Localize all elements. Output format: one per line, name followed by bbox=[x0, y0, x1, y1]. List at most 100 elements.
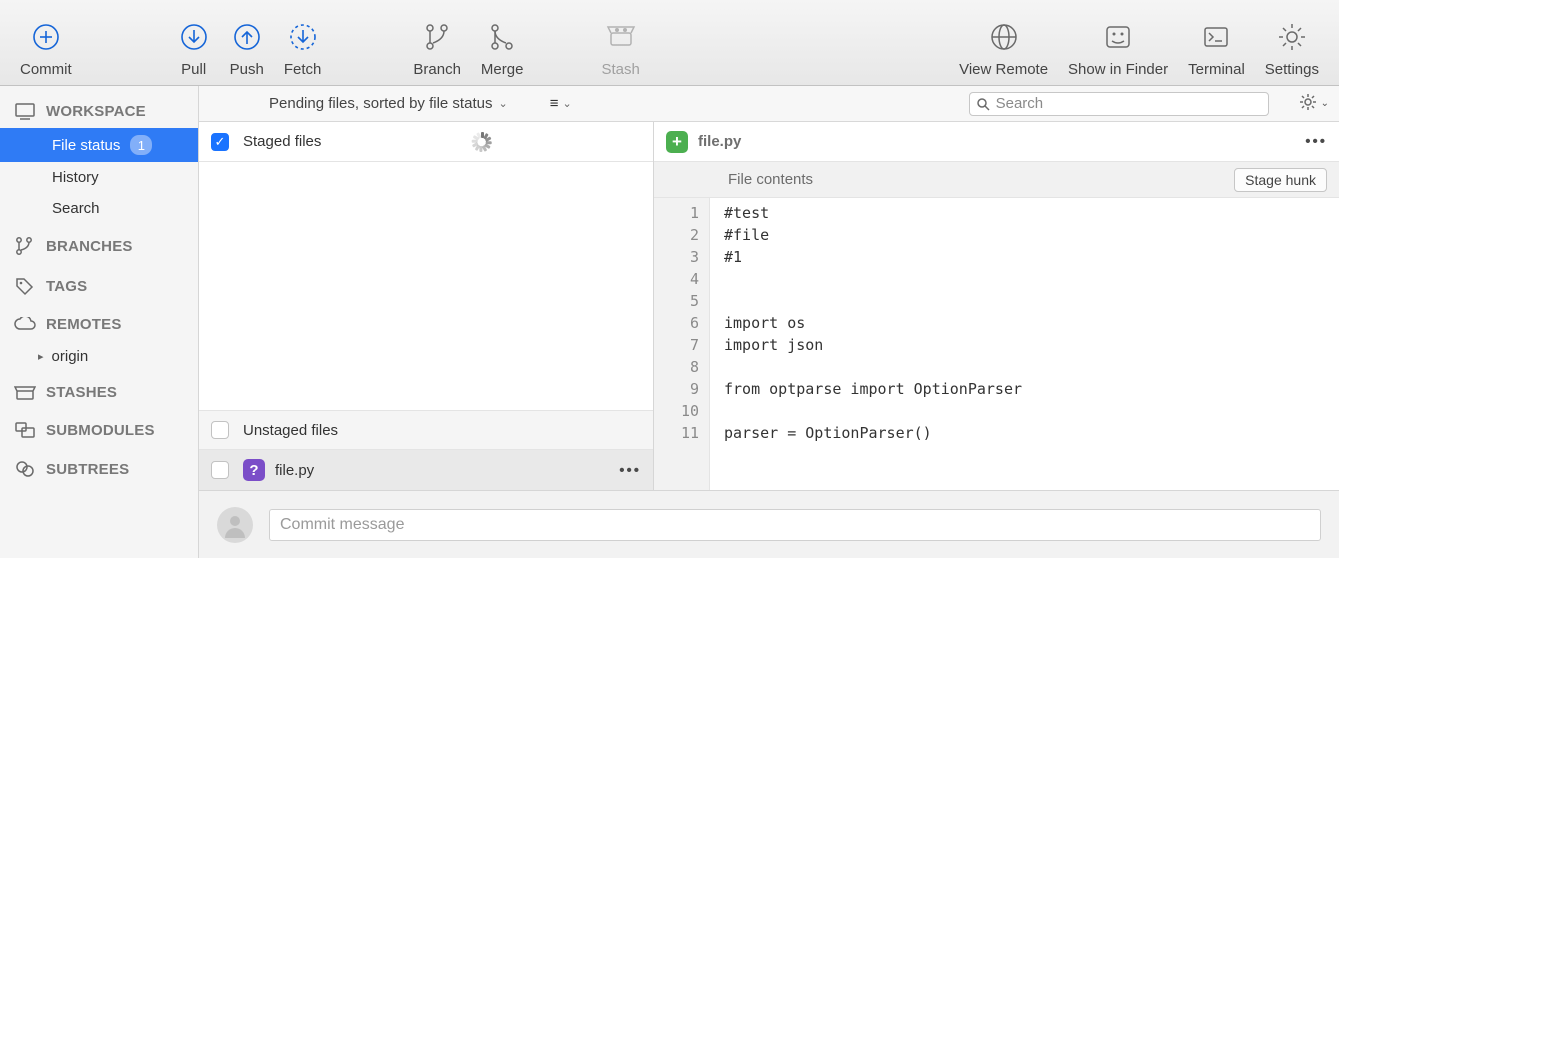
line-gutter: 1234567891011 bbox=[654, 198, 710, 490]
fetch-button[interactable]: Fetch bbox=[274, 4, 332, 82]
options-gear-button[interactable]: ⌄ bbox=[1299, 93, 1329, 115]
commit-placeholder: Commit message bbox=[280, 516, 404, 534]
push-button[interactable]: Push bbox=[220, 4, 274, 82]
file-status-badge: ? bbox=[243, 459, 265, 481]
commit-icon bbox=[30, 15, 62, 59]
submodules-title: SUBMODULES bbox=[46, 422, 155, 439]
finder-icon bbox=[1102, 15, 1134, 59]
stash-label: Stash bbox=[601, 61, 639, 78]
stash-icon bbox=[605, 15, 637, 59]
unstaged-files-header: Unstaged files bbox=[199, 410, 653, 450]
stashes-title: STASHES bbox=[46, 384, 117, 401]
line-number: 11 bbox=[660, 422, 699, 444]
file-status-badge: 1 bbox=[130, 135, 152, 155]
code-line: import json bbox=[724, 334, 1022, 356]
line-number: 10 bbox=[660, 400, 699, 422]
line-number: 6 bbox=[660, 312, 699, 334]
history-label: History bbox=[52, 169, 99, 186]
fetch-icon bbox=[287, 15, 319, 59]
diff-subheader: File contents Stage hunk bbox=[654, 162, 1339, 198]
tags-icon bbox=[14, 276, 36, 296]
chevron-down-icon: ⌄ bbox=[498, 97, 507, 110]
terminal-button[interactable]: Terminal bbox=[1178, 4, 1255, 82]
terminal-label: Terminal bbox=[1188, 61, 1245, 78]
line-number: 3 bbox=[660, 246, 699, 268]
line-number: 1 bbox=[660, 202, 699, 224]
tags-title: TAGS bbox=[46, 278, 87, 295]
file-checkbox[interactable] bbox=[211, 461, 229, 479]
file-row[interactable]: ? file.py ••• bbox=[199, 450, 653, 490]
line-number: 4 bbox=[660, 268, 699, 290]
show-finder-button[interactable]: Show in Finder bbox=[1058, 4, 1178, 82]
sidebar-section-remotes[interactable]: REMOTES bbox=[0, 304, 198, 341]
remotes-icon bbox=[14, 317, 36, 333]
sidebar-section-submodules[interactable]: SUBMODULES bbox=[0, 409, 198, 447]
line-number: 2 bbox=[660, 224, 699, 246]
code-viewer: 1234567891011 #test#file#1import osimpor… bbox=[654, 198, 1339, 490]
sidebar-item-file-status[interactable]: File status 1 bbox=[0, 128, 198, 162]
code-line: parser = OptionParser() bbox=[724, 422, 1022, 444]
staged-area bbox=[199, 162, 653, 410]
view-remote-button[interactable]: View Remote bbox=[949, 4, 1058, 82]
push-icon bbox=[231, 15, 263, 59]
branch-button[interactable]: Branch bbox=[403, 4, 471, 82]
stage-hunk-button[interactable]: Stage hunk bbox=[1234, 168, 1327, 192]
code-line: #test bbox=[724, 202, 1022, 224]
sidebar-item-search[interactable]: Search bbox=[0, 193, 198, 224]
sidebar-item-origin[interactable]: ▸ origin bbox=[0, 341, 198, 372]
sidebar-section-subtrees[interactable]: SUBTREES bbox=[0, 447, 198, 487]
subtrees-title: SUBTREES bbox=[46, 461, 129, 478]
sidebar-section-stashes[interactable]: STASHES bbox=[0, 372, 198, 409]
unstaged-checkbox[interactable] bbox=[211, 421, 229, 439]
settings-button[interactable]: Settings bbox=[1255, 4, 1329, 82]
diff-section-label: File contents bbox=[728, 171, 813, 188]
search-input[interactable]: Search bbox=[969, 92, 1269, 116]
toolbar-right: View Remote Show in Finder Terminal Sett… bbox=[949, 4, 1329, 82]
code-line: from optparse import OptionParser bbox=[724, 378, 1022, 400]
staged-files-header: ✓ Staged files bbox=[199, 122, 653, 162]
code-lines[interactable]: #test#file#1import osimport jsonfrom opt… bbox=[710, 198, 1036, 490]
file-status-label: File status bbox=[52, 137, 120, 154]
files-column: ✓ Staged files bbox=[199, 122, 654, 490]
pull-button[interactable]: Pull bbox=[168, 4, 220, 82]
chevron-down-icon: ⌄ bbox=[1321, 98, 1329, 109]
merge-icon bbox=[486, 15, 518, 59]
diff-panel: + file.py ••• File contents Stage hunk 1… bbox=[654, 122, 1339, 490]
commit-bar: Commit message bbox=[199, 490, 1339, 558]
code-line bbox=[724, 400, 1022, 422]
loading-spinner-icon bbox=[471, 132, 491, 152]
chevron-right-icon: ▸ bbox=[38, 350, 44, 363]
code-line: #1 bbox=[724, 246, 1022, 268]
merge-button[interactable]: Merge bbox=[471, 4, 534, 82]
staged-checkbox[interactable]: ✓ bbox=[211, 133, 229, 151]
code-line bbox=[724, 268, 1022, 290]
sidebar-item-history[interactable]: History bbox=[0, 162, 198, 193]
settings-label: Settings bbox=[1265, 61, 1319, 78]
diff-filename: file.py bbox=[698, 133, 741, 150]
added-badge-icon: + bbox=[666, 131, 688, 153]
branch-icon bbox=[421, 15, 453, 59]
toolbar-left: Commit Pull Push Fetch Branch bbox=[10, 4, 650, 82]
file-more-button[interactable]: ••• bbox=[619, 462, 641, 479]
unstaged-label: Unstaged files bbox=[243, 422, 338, 439]
push-label: Push bbox=[230, 61, 264, 78]
sidebar-section-branches[interactable]: BRANCHES bbox=[0, 224, 198, 264]
code-line bbox=[724, 290, 1022, 312]
diff-more-button[interactable]: ••• bbox=[1305, 133, 1327, 150]
branches-title: BRANCHES bbox=[46, 238, 133, 255]
chevron-down-icon: ⌄ bbox=[562, 97, 571, 110]
sidebar: WORKSPACE File status 1 History Search B… bbox=[0, 86, 199, 558]
view-remote-label: View Remote bbox=[959, 61, 1048, 78]
search-placeholder: Search bbox=[996, 95, 1044, 112]
terminal-icon bbox=[1200, 15, 1232, 59]
pending-files-dropdown[interactable]: Pending files, sorted by file status ⌄ bbox=[269, 95, 508, 112]
show-finder-label: Show in Finder bbox=[1068, 61, 1168, 78]
pull-label: Pull bbox=[181, 61, 206, 78]
view-mode-dropdown[interactable]: ≡ ⌄ bbox=[550, 95, 572, 112]
commit-button[interactable]: Commit bbox=[10, 4, 82, 82]
commit-message-input[interactable]: Commit message bbox=[269, 509, 1321, 541]
stash-button[interactable]: Stash bbox=[591, 4, 649, 82]
workspace-title: WORKSPACE bbox=[46, 103, 146, 120]
subtrees-icon bbox=[14, 459, 36, 479]
sidebar-section-tags[interactable]: TAGS bbox=[0, 264, 198, 304]
